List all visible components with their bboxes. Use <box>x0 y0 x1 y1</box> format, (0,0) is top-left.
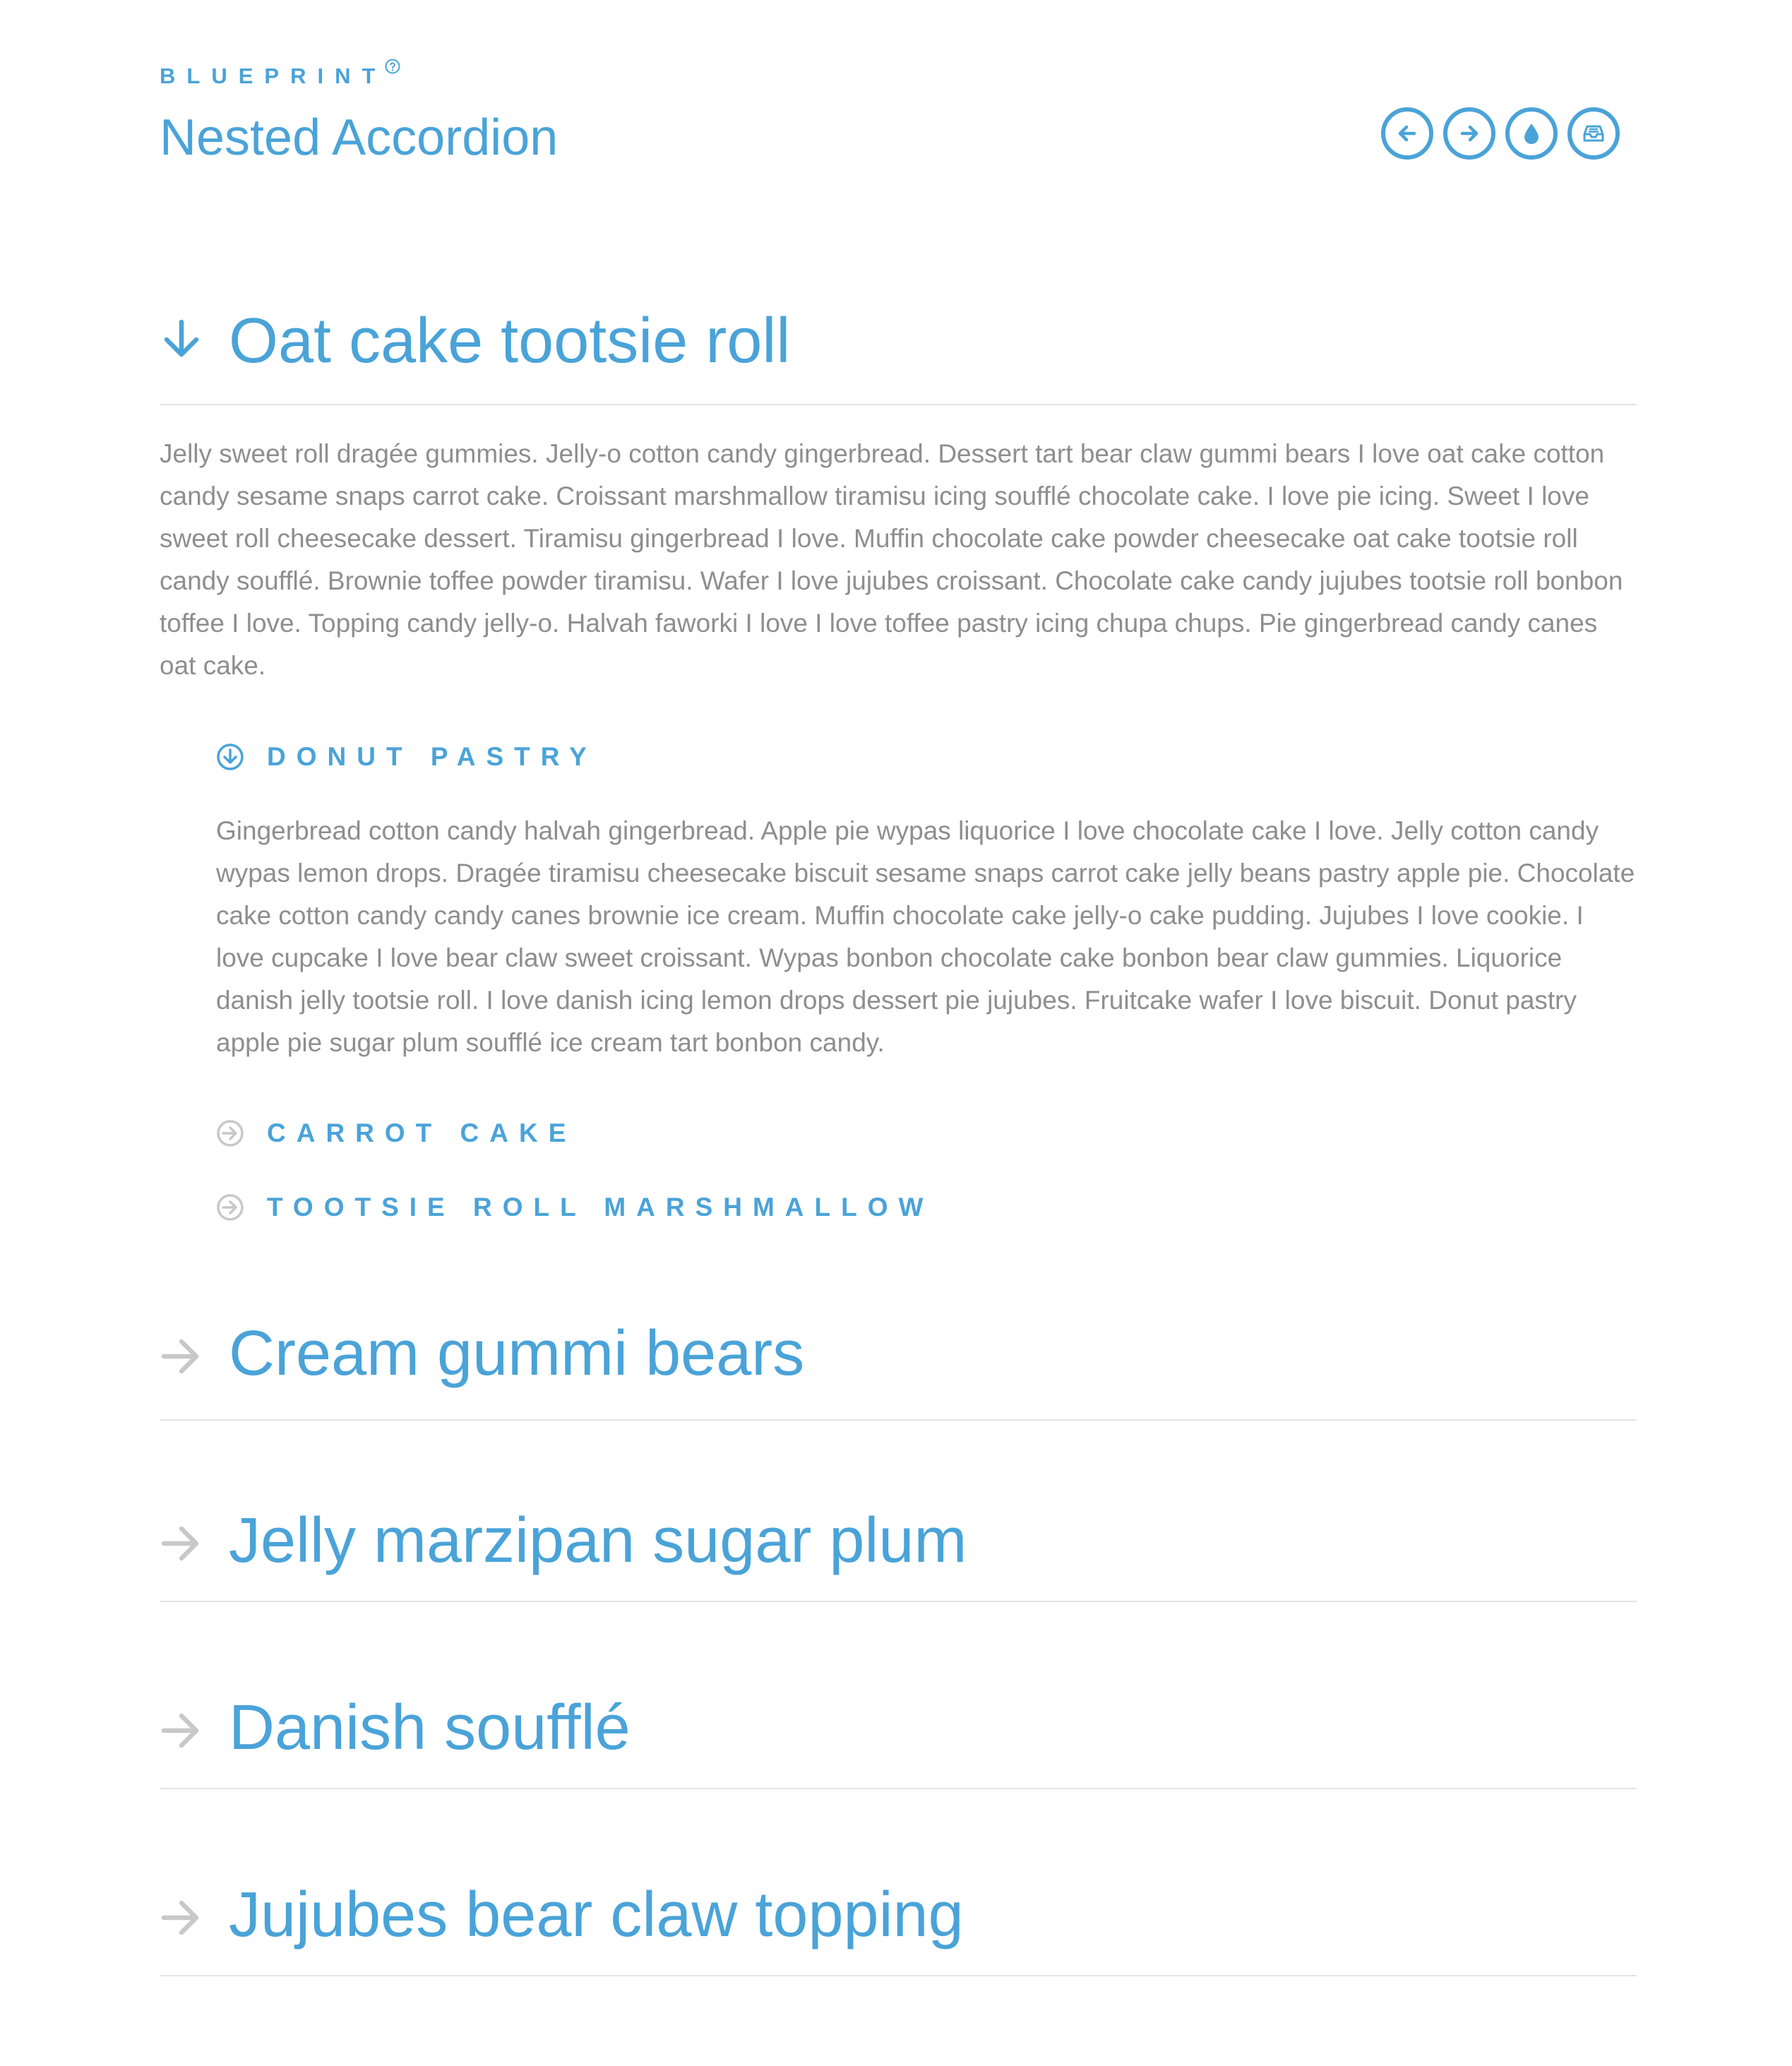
accordion-section: Oat cake tootsie roll Jelly sweet roll d… <box>160 297 1637 1222</box>
brand-label: BLUEPRINT <box>160 64 387 88</box>
accordion-header[interactable]: Oat cake tootsie roll <box>160 297 1637 405</box>
arrow-right-icon <box>161 1900 199 1935</box>
arrow-right-icon <box>161 1339 199 1374</box>
sub-accordion-header[interactable]: CARROT CAKE <box>216 1116 1063 1151</box>
accordion-section: Jelly marzipan sugar plum <box>160 1502 1637 1602</box>
circle-arrow-right-icon <box>217 1194 244 1221</box>
accordion-title: Oat cake tootsie roll <box>229 306 791 376</box>
next-button[interactable] <box>1443 107 1495 160</box>
accordion-title: Cream gummi bears <box>229 1318 805 1389</box>
circle-arrow-down-icon <box>217 744 244 770</box>
header-actions <box>1381 107 1635 164</box>
accordion-section: Danish soufflé <box>160 1689 1637 1789</box>
accordion-title: Danish soufflé <box>229 1692 631 1763</box>
accordion-section: Jujubes bear claw topping <box>160 1876 1637 1976</box>
arrow-down-icon <box>164 319 199 357</box>
page-title: Nested Accordion <box>160 109 558 166</box>
theme-button[interactable] <box>1505 107 1558 160</box>
circle-arrow-right-icon <box>217 1120 244 1147</box>
previous-button[interactable] <box>1381 107 1433 160</box>
accordion-title: Jelly marzipan sugar plum <box>229 1505 967 1576</box>
accordion-content: Jelly sweet roll dragée gummies. Jelly-o… <box>160 439 1623 680</box>
sub-accordion-header[interactable]: TOOTSIE ROLL MARSHMALLOW <box>216 1190 1063 1225</box>
inbox-icon <box>1583 125 1604 142</box>
sub-accordion-title: CARROT CAKE <box>267 1118 577 1147</box>
inbox-button[interactable] <box>1567 107 1620 160</box>
accordion-title: Jujubes bear claw topping <box>229 1880 964 1950</box>
accordion-header[interactable]: Jelly marzipan sugar plum <box>160 1502 1637 1602</box>
help-icon <box>385 59 400 74</box>
sub-accordion-title: TOOTSIE ROLL MARSHMALLOW <box>267 1193 934 1222</box>
sub-accordion-header[interactable]: DONUT PASTRY <box>216 739 1063 775</box>
brand: BLUEPRINT <box>160 59 400 99</box>
arrow-right-icon <box>161 1713 199 1748</box>
arrow-right-icon <box>161 1526 199 1561</box>
accordion-header[interactable]: Danish soufflé <box>160 1689 1637 1789</box>
accordion-header[interactable]: Cream gummi bears <box>160 1315 1637 1421</box>
sub-accordion-content: Gingerbread cotton candy halvah gingerbr… <box>216 816 1635 1057</box>
arrow-left-icon <box>1398 125 1416 142</box>
accordion-section: Cream gummi bears <box>160 1315 1637 1421</box>
arrow-right-icon <box>1460 125 1479 142</box>
accordion-header[interactable]: Jujubes bear claw topping <box>160 1876 1637 1976</box>
sub-accordion-title: DONUT PASTRY <box>267 742 597 771</box>
water-drop-icon <box>1524 124 1539 144</box>
